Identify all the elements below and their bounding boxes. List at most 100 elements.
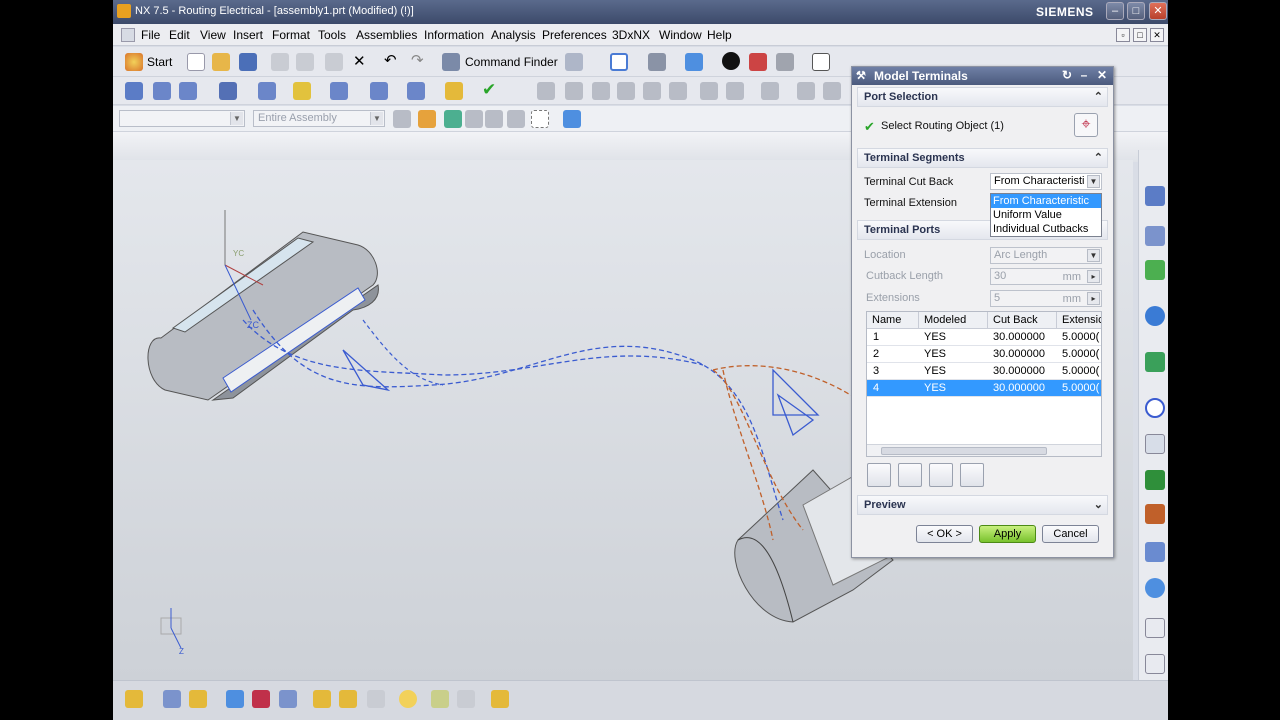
undo-icon[interactable]: ↶: [384, 51, 397, 69]
snap-view-icon[interactable]: [279, 690, 297, 708]
harness-icon[interactable]: [445, 82, 463, 100]
section-view-icon[interactable]: [749, 53, 767, 71]
route-segment-icon[interactable]: [219, 82, 237, 100]
crosshair-select-icon[interactable]: ⌖: [1074, 113, 1098, 137]
column-header-modeled[interactable]: Modeled: [919, 312, 988, 329]
layer-settings-icon[interactable]: [125, 690, 143, 708]
wire-paths[interactable]: [242, 309, 874, 541]
terminal-cut-back-select[interactable]: From Characteristi ▼: [990, 173, 1102, 190]
chevron-up-icon[interactable]: ⌃: [1094, 90, 1103, 103]
maximize-button[interactable]: □: [1127, 2, 1145, 20]
palette-icon[interactable]: [1145, 578, 1165, 598]
column-header-name[interactable]: Name: [867, 312, 919, 329]
feature-tools-icon[interactable]: [491, 690, 509, 708]
dropdown-option[interactable]: Uniform Value: [991, 208, 1101, 222]
fit-view-icon[interactable]: [610, 53, 628, 71]
menu-insert[interactable]: Insert: [233, 28, 263, 42]
menu-preferences[interactable]: Preferences: [542, 28, 607, 42]
menu-view[interactable]: View: [200, 28, 226, 42]
measure-icon[interactable]: [457, 690, 475, 708]
selection-filter-icon[interactable]: [565, 53, 583, 71]
select-chain-icon[interactable]: [485, 110, 503, 128]
hide-icon[interactable]: [776, 53, 794, 71]
menu-edit[interactable]: Edit: [169, 28, 190, 42]
wire-icon[interactable]: [370, 82, 388, 100]
terminal-ports-table[interactable]: Name Modeled Cut Back Extensic 1 YES 30.…: [866, 311, 1102, 457]
minimize-button[interactable]: –: [1106, 2, 1124, 20]
save-icon[interactable]: [239, 53, 257, 71]
connector-left-housing[interactable]: [147, 231, 379, 401]
attach-icon[interactable]: [431, 690, 449, 708]
route-corner-icon[interactable]: [179, 82, 197, 100]
wcs-display-icon[interactable]: [367, 690, 385, 708]
route-wire-icon[interactable]: [407, 82, 425, 100]
close-button[interactable]: ✕: [1149, 2, 1167, 20]
constraint-navigator-icon[interactable]: [1145, 226, 1165, 246]
copy-icon[interactable]: [296, 53, 314, 71]
open-folder-icon[interactable]: [212, 53, 230, 71]
cancel-button[interactable]: Cancel: [1042, 525, 1099, 543]
connector-icon[interactable]: [293, 82, 311, 100]
dialog-title-bar[interactable]: ⚒ Model Terminals ↻ – ✕: [852, 67, 1113, 85]
menu-format[interactable]: Format: [272, 28, 310, 42]
menu-file[interactable]: File: [141, 28, 160, 42]
place-part-icon[interactable]: [258, 82, 276, 100]
render-style-icon[interactable]: [648, 53, 666, 71]
select-routing-object-label[interactable]: Select Routing Object (1): [881, 120, 1004, 132]
process-studio-icon[interactable]: [1145, 470, 1165, 490]
snap-point-icon[interactable]: [418, 110, 436, 128]
assign-terminals-icon[interactable]: [330, 82, 348, 100]
dialog-minimize-icon[interactable]: –: [1076, 68, 1092, 84]
chevron-down-icon[interactable]: ▼: [1087, 175, 1100, 188]
menu-assemblies[interactable]: Assemblies: [356, 28, 417, 42]
harness-resource-icon[interactable]: [1145, 654, 1165, 674]
column-header-cut-back[interactable]: Cut Back: [988, 312, 1057, 329]
menu-window[interactable]: Window: [659, 28, 702, 42]
doc-close-button[interactable]: ✕: [1150, 28, 1164, 42]
show-hide-icon[interactable]: [226, 690, 244, 708]
delete-icon[interactable]: ✕: [353, 52, 366, 70]
table-row[interactable]: 2 YES 30.000000 5.0000(: [867, 346, 1101, 363]
lighting-icon[interactable]: [399, 690, 417, 708]
chevron-down-icon[interactable]: ⌄: [1094, 498, 1103, 511]
menu-tools[interactable]: Tools: [318, 28, 346, 42]
part-navigator-icon[interactable]: [1145, 260, 1165, 280]
shaded-display-icon[interactable]: [722, 52, 740, 70]
add-terminal-button[interactable]: [867, 463, 891, 487]
chevron-up-icon[interactable]: ⌃: [1094, 151, 1103, 164]
reset-icon[interactable]: ↻: [1059, 68, 1075, 84]
dropdown-option[interactable]: From Characteristic: [991, 194, 1101, 208]
system-scenes-icon[interactable]: [1145, 542, 1165, 562]
select-all-icon[interactable]: [444, 110, 462, 128]
history-icon[interactable]: [1145, 398, 1165, 418]
new-file-icon[interactable]: [187, 53, 205, 71]
scrollbar-thumb[interactable]: [881, 447, 1047, 455]
remove-terminal-button[interactable]: [898, 463, 922, 487]
redo-icon[interactable]: ↷: [411, 51, 424, 69]
terminal-segments-header[interactable]: Terminal Segments ⌃: [857, 148, 1108, 168]
system-materials-icon[interactable]: [1145, 434, 1165, 454]
delete-cutback-button[interactable]: [960, 463, 984, 487]
column-header-extension[interactable]: Extensic: [1057, 312, 1101, 329]
paste-icon[interactable]: [325, 53, 343, 71]
web-browser-icon[interactable]: [1145, 352, 1165, 372]
reuse-library-icon[interactable]: [1145, 306, 1165, 326]
wcs-orient-icon[interactable]: [339, 690, 357, 708]
start-icon[interactable]: [125, 53, 143, 71]
doc-restore-button[interactable]: ▫: [1116, 28, 1130, 42]
menu-information[interactable]: Information: [424, 28, 484, 42]
apply-button[interactable]: Apply: [979, 525, 1036, 543]
table-row[interactable]: 1 YES 30.000000 5.0000(: [867, 329, 1101, 346]
filter-reset-icon[interactable]: [393, 110, 411, 128]
deselect-icon[interactable]: [465, 110, 483, 128]
add-cutback-button[interactable]: [929, 463, 953, 487]
table-row[interactable]: 3 YES 30.000000 5.0000(: [867, 363, 1101, 380]
rectangle-select-icon[interactable]: [531, 110, 549, 128]
menu-analysis[interactable]: Analysis: [491, 28, 536, 42]
ok-button[interactable]: < OK >: [916, 525, 973, 543]
app-menu-icon[interactable]: [121, 28, 135, 42]
port-selection-header[interactable]: Port Selection ⌃: [857, 87, 1108, 107]
assembly-filter-combo[interactable]: Entire Assembly ▼: [253, 110, 385, 127]
route-path-icon[interactable]: [125, 82, 143, 100]
roles-icon[interactable]: [1145, 504, 1165, 524]
